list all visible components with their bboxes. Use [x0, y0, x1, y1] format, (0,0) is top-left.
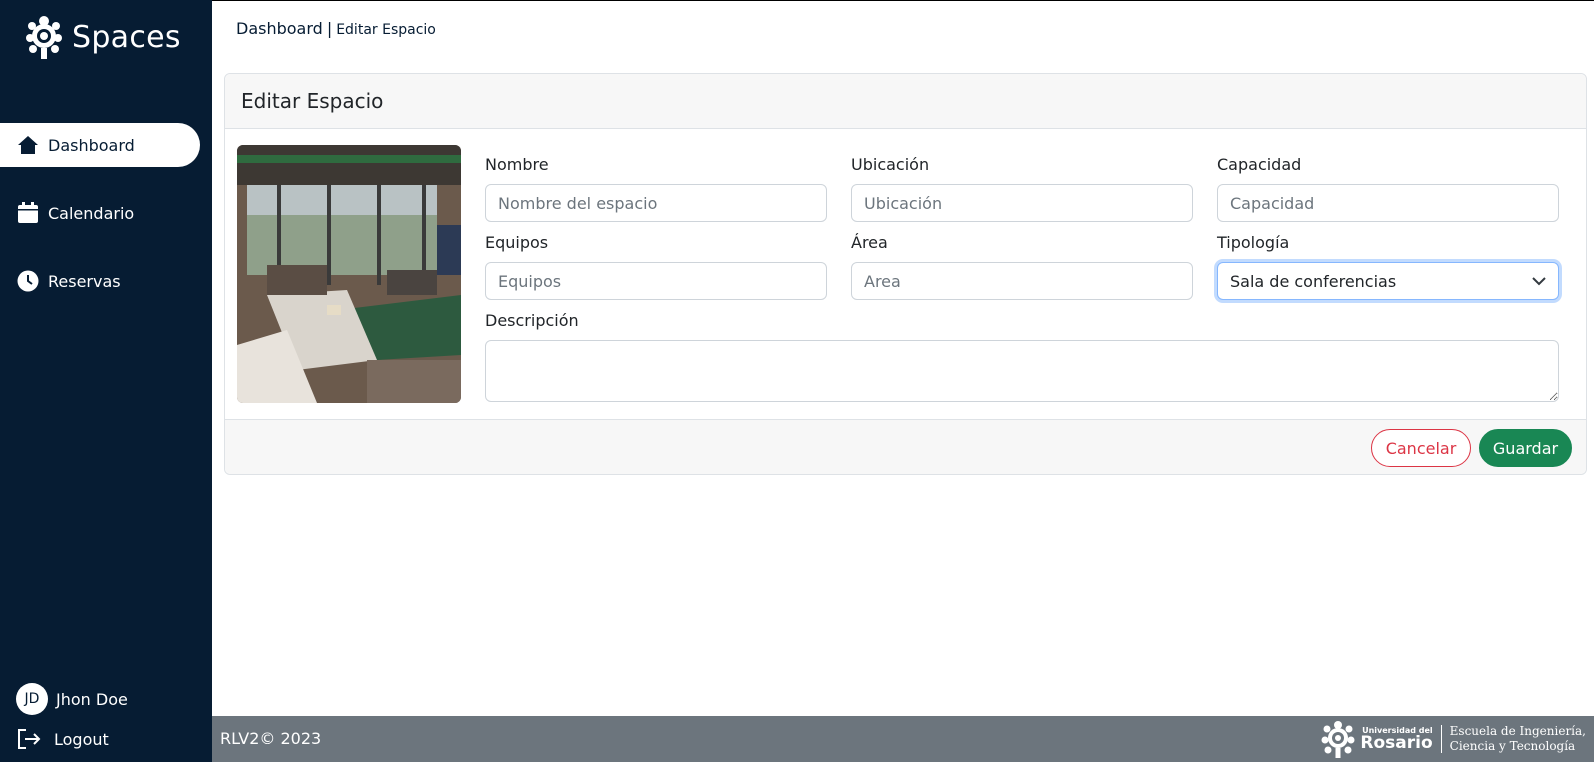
capacidad-label: Capacidad	[1217, 155, 1302, 174]
edit-space-card: Editar Espacio Nombre Nombre del espacio…	[224, 73, 1587, 475]
topbar: Dashboard | Editar Espacio	[212, 0, 1594, 60]
area-label: Área	[851, 233, 888, 252]
tipologia-select[interactable]: Sala de conferencias	[1217, 262, 1559, 300]
area-input[interactable]	[851, 262, 1193, 300]
equipos-input[interactable]	[485, 262, 827, 300]
save-button[interactable]: Guardar	[1479, 429, 1572, 467]
avatar: JD	[16, 683, 48, 715]
logout-icon	[18, 729, 41, 749]
logout-label: Logout	[54, 729, 109, 749]
tipologia-selected-value: Sala de conferencias	[1230, 271, 1397, 291]
space-photo	[237, 145, 461, 403]
sidebar-item-label: Dashboard	[48, 135, 135, 155]
card-header: Editar Espacio	[225, 74, 1586, 129]
sidebar-item-label: Reservas	[48, 271, 121, 291]
school-name: Escuela de Ingeniería, Ciencia y Tecnolo…	[1450, 724, 1586, 754]
copyright-text: RLV2© 2023	[220, 729, 322, 748]
ubicacion-input[interactable]	[851, 184, 1193, 222]
card-footer: Cancelar Guardar	[225, 419, 1586, 474]
capacidad-input[interactable]	[1217, 184, 1559, 222]
sidebar-item-dashboard[interactable]: Dashboard	[0, 123, 200, 167]
logo-divider	[1440, 725, 1442, 753]
university-logo: Universidad del Rosario Escuela de Ingen…	[1320, 719, 1586, 759]
descripcion-textarea[interactable]	[485, 340, 1559, 402]
sidebar-item-calendario[interactable]: Calendario	[0, 191, 212, 235]
page-footer: RLV2© 2023 Universidad del Rosario Escue…	[212, 716, 1594, 762]
equipos-label: Equipos	[485, 233, 549, 252]
sidebar-item-label: Calendario	[48, 203, 135, 223]
university-seal-icon	[1321, 721, 1355, 758]
university-name-big: Rosario	[1360, 732, 1433, 753]
clock-icon	[16, 269, 40, 293]
brand[interactable]: Spaces	[24, 14, 181, 60]
nombre-label: Nombre	[485, 155, 549, 174]
breadcrumb-separator: |	[326, 19, 333, 38]
sidebar: Spaces Dashboard Calendario Reservas JD …	[0, 0, 212, 762]
chevron-down-icon	[1532, 277, 1546, 286]
breadcrumb-dashboard[interactable]: Dashboard	[236, 19, 323, 38]
page-title: Editar Espacio	[241, 89, 384, 113]
card-body: Nombre Ubicación Capacidad Equipos Área …	[225, 129, 1586, 420]
cancel-button[interactable]: Cancelar	[1371, 429, 1471, 467]
logout-button[interactable]: Logout	[16, 728, 109, 750]
calendar-icon	[16, 201, 40, 225]
brand-name: Spaces	[72, 19, 181, 55]
school-name-line1: Escuela de Ingeniería,	[1449, 724, 1586, 738]
descripcion-label: Descripción	[485, 311, 579, 330]
ubicacion-label: Ubicación	[851, 155, 930, 174]
app: Spaces Dashboard Calendario Reservas JD …	[0, 0, 1594, 762]
home-icon	[16, 133, 40, 157]
breadcrumb: Dashboard | Editar Espacio	[236, 19, 436, 38]
user-name: Jhon Doe	[56, 689, 128, 709]
university-name: Universidad del Rosario	[1360, 726, 1433, 753]
nombre-input[interactable]	[485, 184, 827, 222]
sidebar-nav: Dashboard Calendario Reservas	[0, 123, 212, 327]
breadcrumb-current: Editar Espacio	[336, 22, 436, 38]
school-name-line2: Ciencia y Tecnología	[1449, 739, 1576, 753]
sidebar-item-reservas[interactable]: Reservas	[0, 259, 212, 303]
tipologia-label: Tipología	[1217, 233, 1290, 252]
university-seal-icon	[26, 16, 62, 59]
user-profile[interactable]: JD Jhon Doe	[16, 683, 128, 715]
